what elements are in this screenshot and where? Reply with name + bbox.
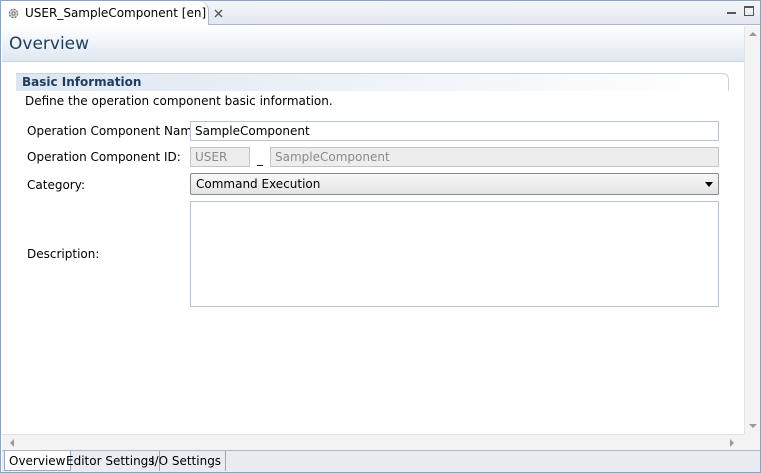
tab-io-settings[interactable]: I/O Settings [147, 451, 227, 471]
editor-window: USER_SampleComponent [en] Overview Basic… [0, 0, 761, 473]
window-controls [726, 5, 754, 16]
section-description: Define the operation component basic inf… [25, 94, 333, 108]
scroll-right-icon[interactable] [730, 439, 734, 447]
maximize-icon[interactable] [743, 5, 754, 16]
scroll-down-icon[interactable] [749, 424, 757, 428]
description-label: Description: [27, 247, 100, 261]
scroll-up-icon[interactable] [749, 32, 757, 36]
page-title: Overview [9, 34, 90, 54]
scrollbar-corner [744, 434, 760, 450]
horizontal-scrollbar[interactable] [2, 434, 744, 450]
vertical-scrollbar[interactable] [744, 26, 760, 434]
scroll-left-icon[interactable] [10, 439, 14, 447]
description-textarea[interactable] [190, 201, 719, 307]
editor-tab[interactable]: USER_SampleComponent [en] [1, 1, 223, 25]
name-input[interactable]: SampleComponent [190, 121, 719, 141]
page-tab-bar: Overview Editor Settings I/O Settings [2, 450, 760, 472]
editor-tab-bar: USER_SampleComponent [en] [1, 1, 760, 25]
id-prefix-field: USER [190, 147, 250, 167]
tab-editor-settings[interactable]: Editor Settings [62, 451, 160, 471]
section-title: Basic Information [22, 75, 142, 89]
close-icon[interactable] [214, 8, 223, 18]
page-header: Overview [2, 26, 744, 62]
id-separator: _ [257, 152, 263, 166]
chevron-down-icon [705, 182, 713, 187]
name-label: Operation Component Name: [27, 124, 204, 138]
tab-overview[interactable]: Overview [4, 451, 71, 471]
id-label: Operation Component ID: [27, 150, 181, 164]
section-header[interactable]: Basic Information [16, 73, 729, 91]
editor-tab-title: USER_SampleComponent [en] [25, 6, 207, 20]
id-field: SampleComponent [270, 147, 719, 167]
category-label: Category: [27, 178, 85, 192]
form-content: Overview Basic Information Define the op… [2, 26, 744, 434]
gear-icon [7, 6, 20, 20]
category-value: Command Execution [196, 177, 321, 191]
minimize-icon[interactable] [726, 5, 737, 16]
category-select[interactable]: Command Execution [190, 173, 719, 195]
